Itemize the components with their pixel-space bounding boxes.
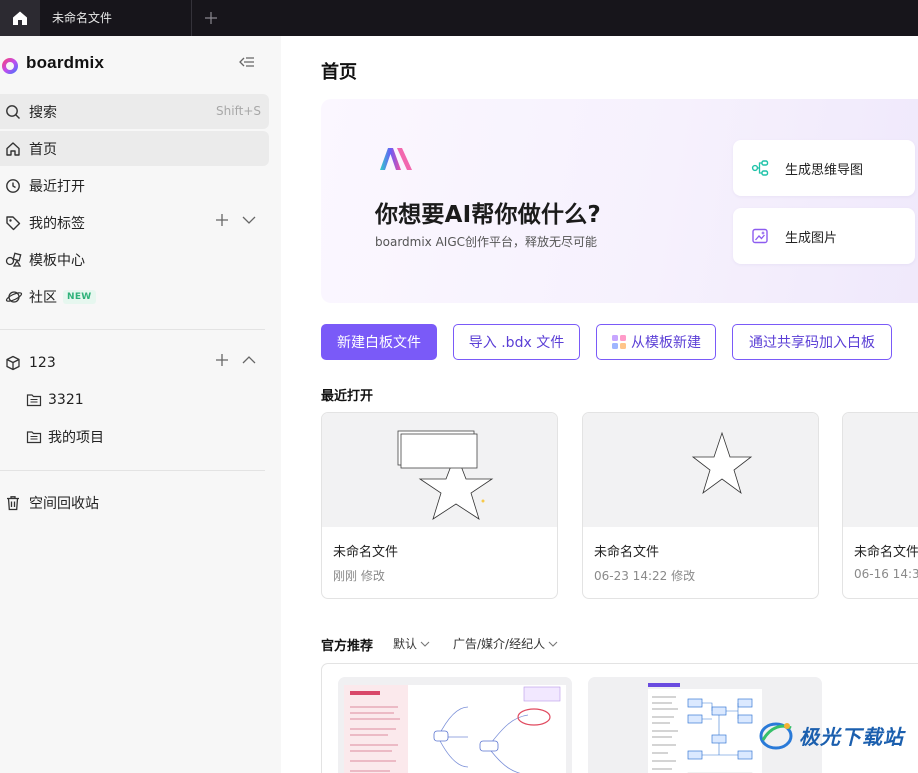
folder-icon <box>26 393 48 407</box>
generate-image-card[interactable]: 生成图片 <box>733 208 915 264</box>
file-name: 未命名文件 <box>594 545 660 560</box>
ai-subtitle: boardmix AIGC创作平台，释放无尽可能 <box>375 235 598 249</box>
file-modified-time: 刚刚 修改 <box>333 569 385 583</box>
sidebar: boardmix 搜索 Shift+S 首页 最近打开 我的标签 模板中心 社区… <box>0 36 281 773</box>
file-thumbnail <box>843 413 918 527</box>
sidebar-item-label: 我的标签 <box>29 215 85 232</box>
search-shortcut: Shift+S <box>216 104 261 118</box>
new-badge: NEW <box>63 289 96 304</box>
sidebar-item-community[interactable]: 社区 NEW <box>0 279 269 314</box>
home-icon <box>0 141 29 157</box>
search-icon <box>0 104 29 120</box>
chevron-up-icon[interactable] <box>241 353 257 367</box>
chevron-down-icon[interactable] <box>241 213 257 227</box>
sidebar-item-team[interactable]: 123 <box>0 345 269 380</box>
template-grid-icon <box>612 335 626 349</box>
from-template-label: 从模板新建 <box>631 335 701 351</box>
search-label: 搜索 <box>29 104 57 121</box>
recent-file-card[interactable]: 未命名文件 06-16 14:30 <box>842 412 918 599</box>
official-section-title: 官方推荐 <box>321 639 374 654</box>
generate-mindmap-label: 生成思维导图 <box>785 162 864 178</box>
trash-icon <box>0 495 29 511</box>
sort-label: 默认 <box>393 637 418 651</box>
mindmap-template-preview <box>344 685 566 773</box>
ai-banner: 你想要AI帮你做什么? boardmix AIGC创作平台，释放无尽可能 生成思… <box>321 99 918 303</box>
collapse-sidebar-button[interactable] <box>236 52 258 72</box>
sidebar-item-label: 首页 <box>29 141 57 158</box>
mindmap-icon <box>751 159 785 177</box>
add-tag-icon[interactable] <box>215 213 229 227</box>
sidebar-item-label: 最近打开 <box>29 178 85 195</box>
home-tab[interactable] <box>0 0 40 36</box>
generate-mindmap-card[interactable]: 生成思维导图 <box>733 140 915 196</box>
add-folder-icon[interactable] <box>215 353 229 367</box>
brand[interactable]: boardmix <box>0 50 104 76</box>
recent-file-card[interactable]: 未命名文件 刚刚 修改 <box>321 412 558 599</box>
sidebar-divider <box>0 329 265 330</box>
folder-item-3321[interactable]: 3321 <box>26 386 84 414</box>
sidebar-item-label: 模板中心 <box>29 252 85 269</box>
sidebar-divider <box>0 470 265 471</box>
chevron-down-icon <box>420 641 430 647</box>
sidebar-item-trash[interactable]: 空间回收站 <box>0 485 269 520</box>
main-content: 首页 你想要AI帮你做什么? boardmix AIGC创作平台，释放无尽可能 … <box>281 36 918 773</box>
folder-label: 我的项目 <box>48 430 104 446</box>
tag-actions <box>215 213 257 227</box>
chevron-down-icon <box>548 641 558 647</box>
title-bar: 未命名文件 <box>0 0 918 36</box>
folder-icon <box>26 430 48 444</box>
file-modified-time: 06-16 14:30 <box>854 567 918 581</box>
recent-section-title: 最近打开 <box>321 389 374 404</box>
boardmix-logo-icon <box>0 51 18 74</box>
category-label: 广告/媒介/经纪人 <box>453 637 546 651</box>
new-board-button[interactable]: 新建白板文件 <box>321 324 437 360</box>
join-by-code-button[interactable]: 通过共享码加入白板 <box>732 324 892 360</box>
sidebar-item-recent[interactable]: 最近打开 <box>0 168 269 203</box>
ai-logo-icon <box>380 148 412 170</box>
plus-icon <box>205 12 217 24</box>
watermark-logo-icon <box>759 722 793 750</box>
image-icon <box>751 227 785 245</box>
sidebar-item-label: 空间回收站 <box>29 495 99 512</box>
file-modified-time: 06-23 14:22 修改 <box>594 569 696 583</box>
clock-icon <box>0 178 29 194</box>
file-name: 未命名文件 <box>333 545 399 560</box>
file-thumbnail <box>322 413 557 527</box>
page-title: 首页 <box>321 62 357 83</box>
folder-label: 3321 <box>48 392 84 408</box>
tag-icon <box>0 215 29 231</box>
import-bdx-button[interactable]: 导入 .bdx 文件 <box>453 324 580 360</box>
category-dropdown[interactable]: 广告/媒介/经纪人 <box>453 635 558 652</box>
file-thumbnail <box>583 413 818 527</box>
template-card[interactable] <box>338 677 572 773</box>
sidebar-item-label: 社区 <box>29 289 57 306</box>
watermark: 极光下载站 <box>757 718 904 752</box>
cube-icon <box>0 355 29 371</box>
sort-dropdown[interactable]: 默认 <box>393 635 430 652</box>
document-tab[interactable]: 未命名文件 <box>40 0 192 36</box>
planet-icon <box>0 289 29 305</box>
sidebar-item-templates[interactable]: 模板中心 <box>0 242 269 277</box>
ai-heading: 你想要AI帮你做什么? <box>375 202 601 228</box>
file-name: 未命名文件 <box>854 545 918 560</box>
generate-image-label: 生成图片 <box>785 230 838 246</box>
from-template-button[interactable]: 从模板新建 <box>596 324 716 360</box>
collapse-icon <box>239 57 254 67</box>
template-icon <box>0 252 29 268</box>
sidebar-item-tags[interactable]: 我的标签 <box>0 205 269 240</box>
watermark-text: 极光下载站 <box>799 724 904 749</box>
team-actions <box>215 353 257 367</box>
new-tab-button[interactable] <box>200 0 222 36</box>
recent-file-card[interactable]: 未命名文件 06-23 14:22 修改 <box>582 412 819 599</box>
home-icon <box>13 11 27 25</box>
search-item[interactable]: 搜索 Shift+S <box>0 94 269 129</box>
team-name: 123 <box>29 354 56 371</box>
sidebar-item-home[interactable]: 首页 <box>0 131 269 166</box>
folder-item-my-projects[interactable]: 我的项目 <box>26 423 104 451</box>
brand-name: boardmix <box>26 53 105 72</box>
